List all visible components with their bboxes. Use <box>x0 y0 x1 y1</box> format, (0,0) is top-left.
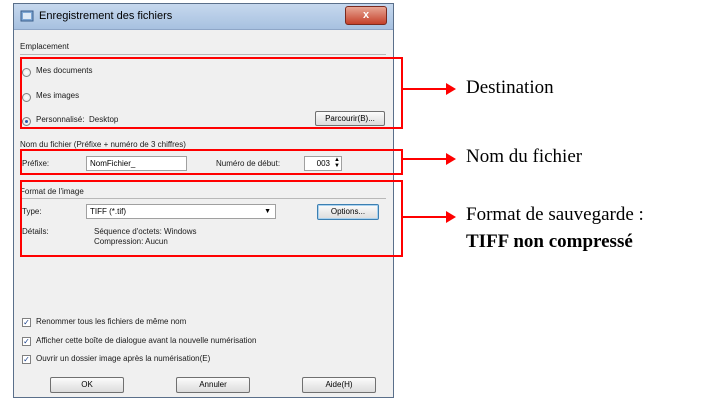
checkbox-label-open-folder: Ouvrir un dossier image après la numéris… <box>36 354 211 363</box>
annotation-nom-fichier: Nom du fichier <box>466 146 583 167</box>
app-icon <box>20 10 34 22</box>
emplacement-label: Emplacement <box>20 42 69 51</box>
arrow-line <box>403 88 447 90</box>
annotation-format-line-1: Format de sauvegarde : <box>466 204 644 225</box>
nom-fichier-highlight-box <box>20 149 403 175</box>
help-button[interactable]: Aide(H) <box>302 377 376 393</box>
cancel-button[interactable]: Annuler <box>176 377 250 393</box>
format-highlight-box <box>20 180 403 257</box>
arrow-head-icon <box>446 211 456 223</box>
section-divider <box>20 54 386 55</box>
annotation-destination: Destination <box>466 77 554 98</box>
arrow-line <box>403 216 447 218</box>
nom-fichier-label: Nom du fichier (Préfixe + numéro de 3 ch… <box>20 140 186 149</box>
ok-button[interactable]: OK <box>50 377 124 393</box>
annotation-format-line-2: TIFF non compressé <box>466 231 633 252</box>
arrow-head-icon <box>446 153 456 165</box>
arrow-head-icon <box>446 83 456 95</box>
checkbox-show-dialog[interactable]: ✓ <box>22 337 31 346</box>
checkbox-label-rename: Renommer tous les fichiers de même nom <box>36 317 187 326</box>
arrow-line <box>403 158 447 160</box>
close-button[interactable]: x <box>345 6 387 25</box>
checkbox-rename[interactable]: ✓ <box>22 318 31 327</box>
title-bar[interactable]: Enregistrement des fichiers x <box>14 4 393 30</box>
window-title: Enregistrement des fichiers <box>39 10 173 22</box>
checkbox-open-folder[interactable]: ✓ <box>22 355 31 364</box>
checkbox-label-show-dialog: Afficher cette boîte de dialogue avant l… <box>36 336 257 345</box>
destination-highlight-box <box>20 57 403 129</box>
